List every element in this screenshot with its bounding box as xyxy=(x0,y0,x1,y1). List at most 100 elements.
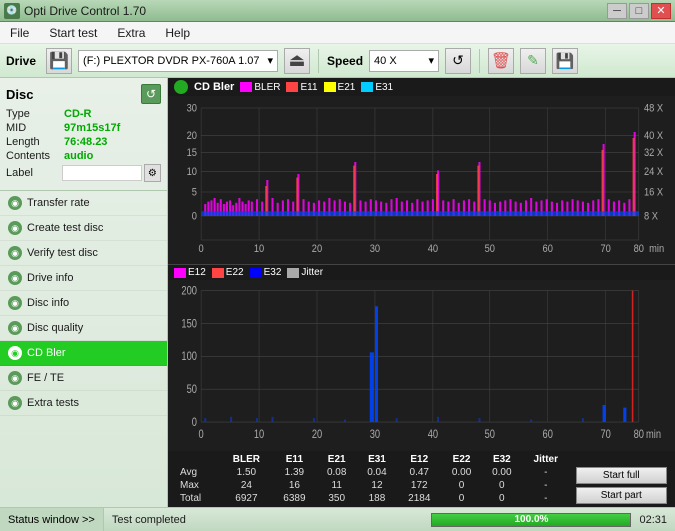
legend-e32: E32 xyxy=(250,267,282,278)
svg-text:min: min xyxy=(646,428,661,441)
avg-e21: 0.08 xyxy=(317,466,357,479)
start-part-button[interactable]: Start part xyxy=(576,487,667,504)
disc-length-row: Length 76:48.23 xyxy=(6,136,161,148)
disc-type-value: CD-R xyxy=(64,108,92,120)
legend-e31-color xyxy=(361,82,373,92)
sidebar-item-fe-te[interactable]: ◉ FE / TE xyxy=(0,366,167,391)
chart-bottom: E12 E22 E32 Jitter xyxy=(168,265,675,451)
max-bler: 24 xyxy=(221,479,273,492)
total-e11: 6389 xyxy=(272,492,316,505)
avg-bler: 1.50 xyxy=(221,466,273,479)
progress-bar-container: 100.0% xyxy=(431,513,631,527)
col-header-e21: E21 xyxy=(317,453,357,466)
disc-label-button[interactable]: ⚙ xyxy=(144,164,161,182)
sidebar-item-disc-quality[interactable]: ◉ Disc quality xyxy=(0,316,167,341)
total-e21: 350 xyxy=(317,492,357,505)
svg-text:30: 30 xyxy=(370,428,380,441)
legend-e22: E22 xyxy=(212,267,244,278)
disc-refresh-button[interactable]: ↺ xyxy=(141,84,161,104)
col-header-e31: E31 xyxy=(357,453,397,466)
avg-e11: 1.39 xyxy=(272,466,316,479)
drive-value: (F:) PLEXTOR DVDR PX-760A 1.07 xyxy=(83,55,259,67)
start-full-button[interactable]: Start full xyxy=(576,467,667,484)
legend-e11-color xyxy=(286,82,298,92)
sidebar-item-verify-test-disc[interactable]: ◉ Verify test disc xyxy=(0,241,167,266)
sidebar-item-extra-tests[interactable]: ◉ Extra tests xyxy=(0,391,167,416)
legend-e11: E11 xyxy=(286,82,317,93)
drive-dropdown-arrow: ▾ xyxy=(268,54,274,67)
erase-button[interactable]: 🗑 xyxy=(488,48,514,74)
titlebar-controls: ─ □ ✕ xyxy=(607,3,671,19)
svg-text:60: 60 xyxy=(543,428,553,441)
drive-icon-btn[interactable]: 💾 xyxy=(46,48,72,74)
disc-label-input[interactable] xyxy=(62,165,142,181)
menu-help[interactable]: Help xyxy=(159,24,196,42)
close-button[interactable]: ✕ xyxy=(651,3,671,19)
legend-bler-label: BLER xyxy=(254,82,280,93)
sidebar-item-create-test-disc[interactable]: ◉ Create test disc xyxy=(0,216,167,241)
maximize-button[interactable]: □ xyxy=(629,3,649,19)
max-e32: 0 xyxy=(482,479,522,492)
sidebar-item-disc-info[interactable]: ◉ Disc info xyxy=(0,291,167,316)
svg-text:5: 5 xyxy=(192,187,198,199)
menubar: File Start test Extra Help xyxy=(0,22,675,44)
menu-start-test[interactable]: Start test xyxy=(43,24,103,42)
app-title: Opti Drive Control 1.70 xyxy=(24,4,146,18)
chart-top: CD Bler BLER E11 E21 E3 xyxy=(168,78,675,265)
menu-extra[interactable]: Extra xyxy=(111,24,151,42)
legend-e12-color xyxy=(174,268,186,278)
svg-text:0: 0 xyxy=(192,211,198,223)
cd-bler-chart-icon xyxy=(174,80,188,94)
sidebar-item-verify-test-disc-label: Verify test disc xyxy=(27,247,98,259)
disc-contents-row: Contents audio xyxy=(6,150,161,162)
refresh-button[interactable]: ↺ xyxy=(445,48,471,74)
fe-te-icon: ◉ xyxy=(8,371,22,385)
disc-contents-value: audio xyxy=(64,150,93,162)
svg-text:150: 150 xyxy=(181,317,197,330)
sidebar-item-transfer-rate[interactable]: ◉ Transfer rate xyxy=(0,191,167,216)
disc-mid-label: MID xyxy=(6,122,64,134)
svg-text:80: 80 xyxy=(634,243,645,255)
titlebar-left: 💿 Opti Drive Control 1.70 xyxy=(4,3,146,19)
sidebar-item-drive-info[interactable]: ◉ Drive info xyxy=(0,266,167,291)
svg-text:8 X: 8 X xyxy=(644,211,658,223)
legend-e31: E31 xyxy=(361,82,393,93)
status-window-button[interactable]: Status window >> xyxy=(0,508,104,531)
stats-area: BLER E11 E21 E31 E12 E22 E32 Jitter xyxy=(168,451,675,507)
total-e12: 2184 xyxy=(397,492,441,505)
drive-select[interactable]: (F:) PLEXTOR DVDR PX-760A 1.07 ▾ xyxy=(78,50,278,72)
rip-button[interactable]: ✎ xyxy=(520,48,546,74)
col-header-e11: E11 xyxy=(272,453,316,466)
disc-mid-row: MID 97m15s17f xyxy=(6,122,161,134)
charts-area: CD Bler BLER E11 E21 E3 xyxy=(168,78,675,507)
chart-top-svg: 30 20 15 10 5 0 0 10 20 30 40 50 60 xyxy=(168,96,675,264)
col-header-e32: E32 xyxy=(482,453,522,466)
svg-text:24 X: 24 X xyxy=(644,167,663,179)
sidebar: Disc ↺ Type CD-R MID 97m15s17f Length 76… xyxy=(0,78,168,507)
col-header-bler: BLER xyxy=(221,453,273,466)
max-e31: 12 xyxy=(357,479,397,492)
app-icon: 💿 xyxy=(4,3,20,19)
svg-text:50: 50 xyxy=(187,383,197,396)
speed-label: Speed xyxy=(327,54,363,68)
right-panel: CD Bler BLER E11 E21 E3 xyxy=(168,78,675,507)
stats-table: BLER E11 E21 E31 E12 E22 E32 Jitter xyxy=(172,453,671,505)
speed-select[interactable]: 40 X ▾ xyxy=(369,50,439,72)
extra-tests-icon: ◉ xyxy=(8,396,22,410)
sidebar-item-disc-info-label: Disc info xyxy=(27,297,69,309)
svg-text:40: 40 xyxy=(428,243,439,255)
minimize-button[interactable]: ─ xyxy=(607,3,627,19)
total-e32: 0 xyxy=(482,492,522,505)
sidebar-item-cd-bler[interactable]: ◉ CD Bler xyxy=(0,341,167,366)
speed-dropdown-arrow: ▾ xyxy=(429,54,435,67)
eject-button[interactable]: ⏏ xyxy=(284,48,310,74)
menu-file[interactable]: File xyxy=(4,24,35,42)
save-button[interactable]: 💾 xyxy=(552,48,578,74)
svg-text:0: 0 xyxy=(199,243,205,255)
legend-jitter-color xyxy=(287,268,299,278)
disc-length-value: 76:48.23 xyxy=(64,136,107,148)
disc-label-label: Label xyxy=(6,167,62,179)
svg-text:60: 60 xyxy=(543,243,554,255)
avg-e12: 0.47 xyxy=(397,466,441,479)
disc-type-row: Type CD-R xyxy=(6,108,161,120)
